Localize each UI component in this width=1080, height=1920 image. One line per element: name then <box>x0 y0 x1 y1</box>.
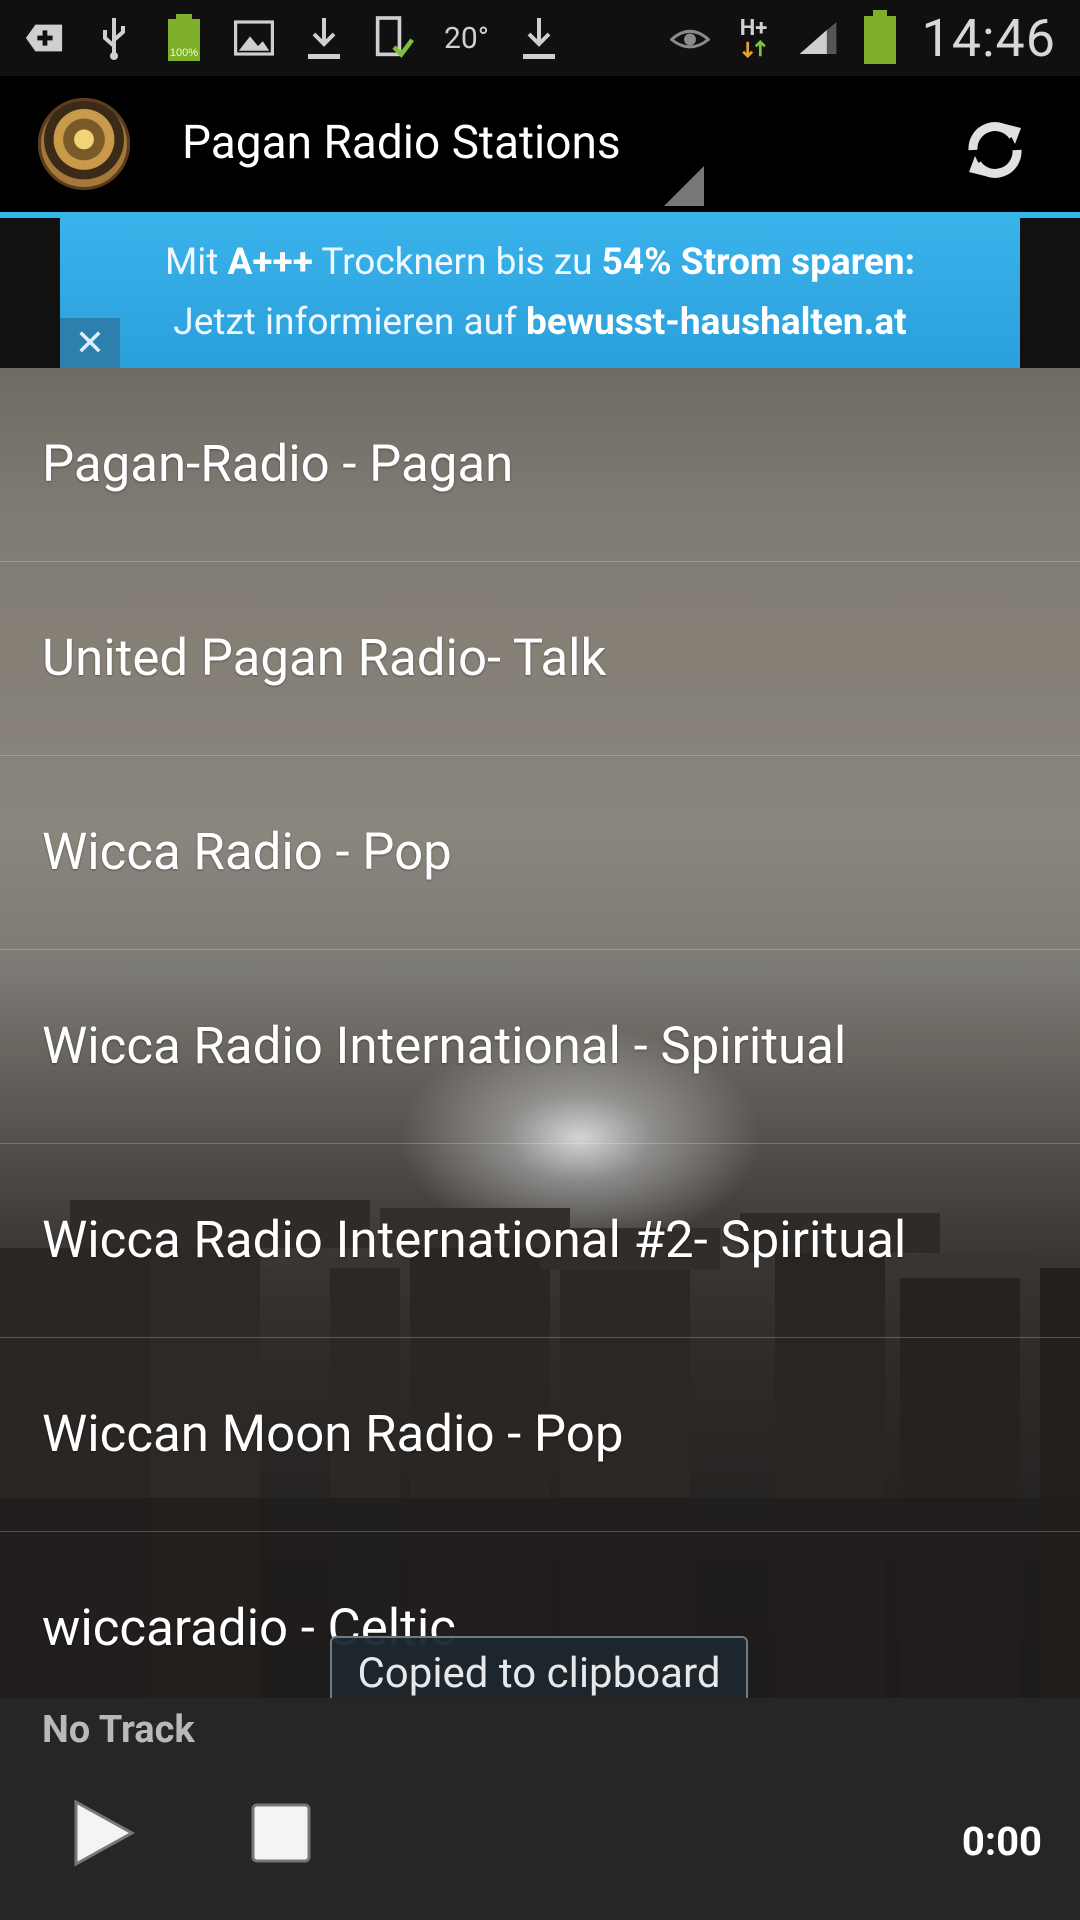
station-item[interactable]: Wicca Radio - Pop <box>0 756 1080 950</box>
battery-icon <box>860 10 900 64</box>
play-button[interactable] <box>68 1798 138 1868</box>
track-title: No Track <box>42 1708 195 1752</box>
close-icon: ✕ <box>74 322 106 364</box>
usb-icon <box>94 18 134 60</box>
ad-banner-area: Mit A+++ Trocknern bis zu 54% Strom spar… <box>0 218 1080 368</box>
clock: 14:46 <box>921 7 1056 69</box>
station-item[interactable]: Wiccan Moon Radio - Pop <box>0 1338 1080 1532</box>
station-item[interactable]: Pagan-Radio - Pagan <box>0 368 1080 562</box>
station-item[interactable]: United Pagan Radio- Talk <box>0 562 1080 756</box>
temperature-text: 20° <box>444 20 489 56</box>
device-check-icon <box>374 16 414 58</box>
stop-button[interactable] <box>250 1802 312 1864</box>
action-bar: Pagan Radio Stations <box>0 76 1080 218</box>
ad-banner[interactable]: Mit A+++ Trocknern bis zu 54% Strom spar… <box>60 218 1020 368</box>
battery-full-icon: 100% <box>164 14 204 61</box>
station-list[interactable]: Pagan-Radio - Pagan United Pagan Radio- … <box>0 368 1080 1698</box>
download-icon-2 <box>519 18 559 59</box>
add-notification-icon <box>24 18 64 58</box>
dropdown-indicator-icon[interactable] <box>664 166 704 206</box>
player-bar: No Track 0:00 <box>0 1698 1080 1920</box>
app-logo[interactable] <box>38 98 130 190</box>
ad-close-button[interactable]: ✕ <box>60 318 120 368</box>
signal-icon <box>798 18 838 58</box>
refresh-icon <box>968 122 1022 178</box>
refresh-button[interactable] <box>955 110 1035 190</box>
eye-icon <box>669 18 710 58</box>
image-icon <box>234 18 274 58</box>
ad-line-2: Jetzt informieren auf bewusst-haushalten… <box>173 301 907 344</box>
network-hplus-icon: H+ <box>732 18 776 58</box>
svg-text:100%: 100% <box>170 47 198 59</box>
station-item[interactable]: Wicca Radio International - Spiritual <box>0 950 1080 1144</box>
elapsed-time: 0:00 <box>961 1818 1042 1865</box>
ad-line-1: Mit A+++ Trocknern bis zu 54% Strom spar… <box>164 241 916 284</box>
station-item[interactable]: Wicca Radio International #2- Spiritual <box>0 1144 1080 1338</box>
download-icon <box>304 18 344 59</box>
status-bar: 100% 20° H+ 14:46 <box>0 0 1080 76</box>
app-title[interactable]: Pagan Radio Stations <box>182 116 621 170</box>
